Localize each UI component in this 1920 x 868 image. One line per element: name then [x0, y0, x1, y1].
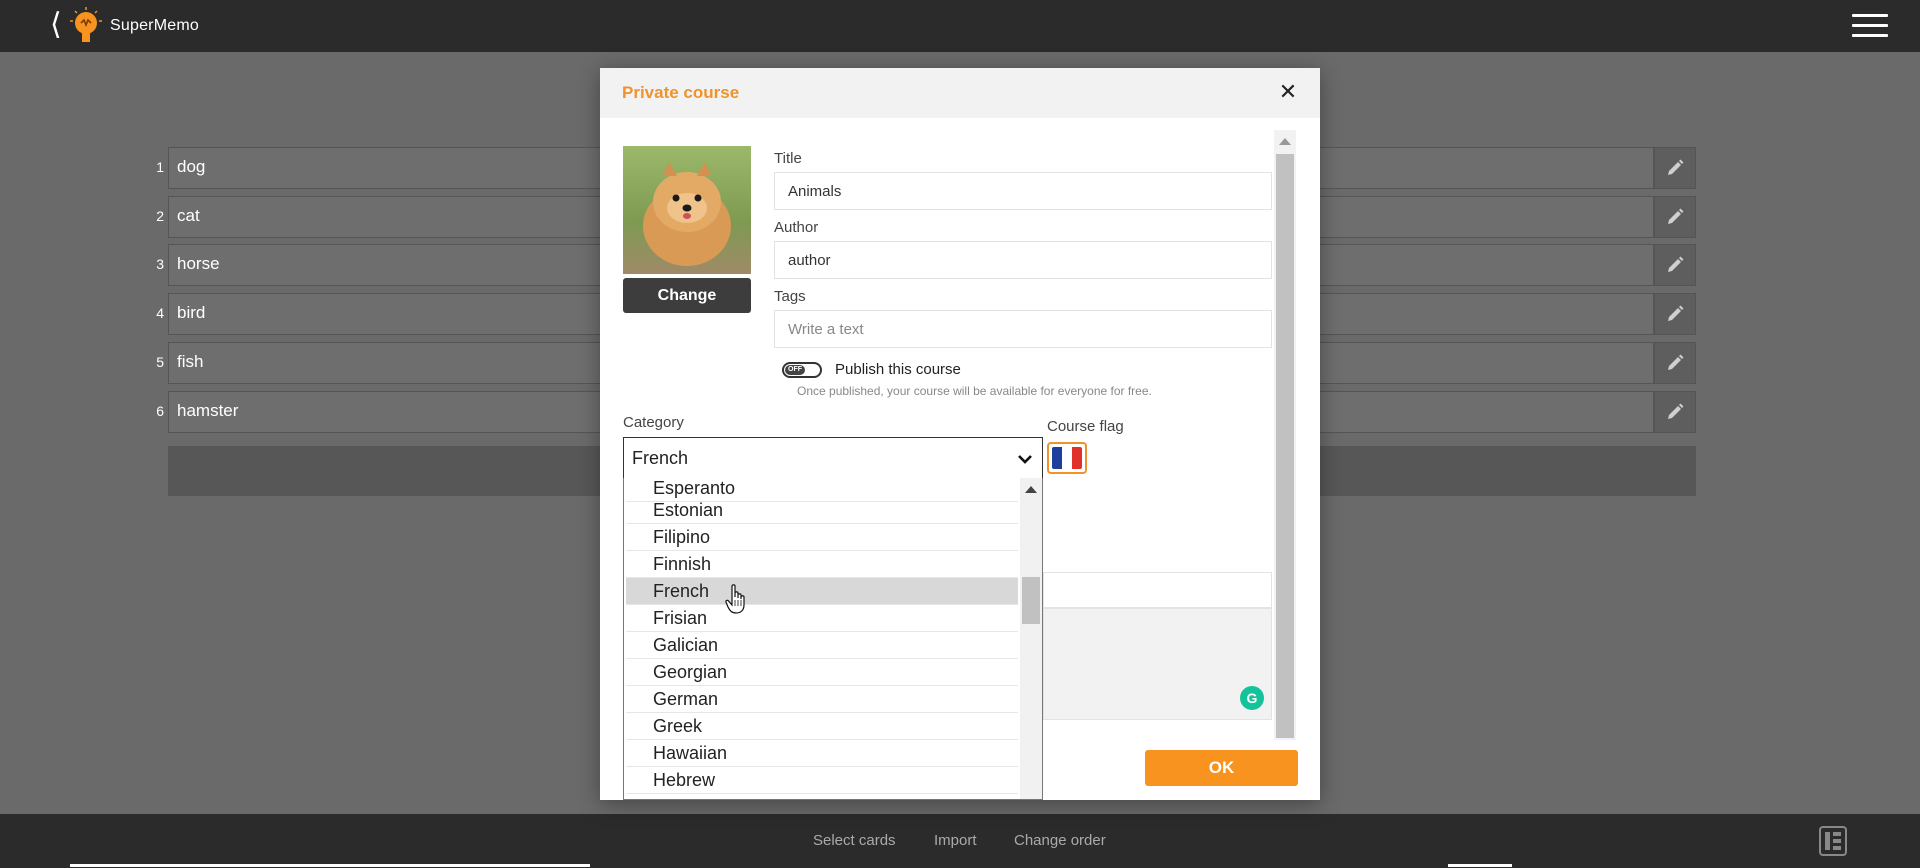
row-number: 5: [156, 354, 164, 370]
publish-label: Publish this course: [835, 361, 961, 378]
category-option[interactable]: Galician: [626, 632, 1018, 659]
tags-label: Tags: [774, 288, 806, 305]
row-number: 6: [156, 403, 164, 419]
change-order-link[interactable]: Change order: [1014, 832, 1106, 849]
category-option[interactable]: French: [626, 578, 1018, 605]
pencil-icon: [1668, 256, 1684, 272]
edit-button[interactable]: [1654, 293, 1696, 335]
publish-toggle[interactable]: OFF: [782, 362, 822, 378]
edit-button[interactable]: [1654, 196, 1696, 238]
chevron-down-icon: [1018, 455, 1032, 464]
pencil-icon: [1668, 305, 1684, 321]
toggle-state-label: OFF: [785, 365, 805, 375]
category-label: Category: [623, 414, 684, 431]
select-cards-link[interactable]: Select cards: [813, 832, 896, 849]
pencil-icon: [1668, 208, 1684, 224]
row-number: 2: [156, 208, 164, 224]
edit-button[interactable]: [1654, 391, 1696, 433]
tags-input[interactable]: Write a text: [774, 310, 1272, 348]
category-option[interactable]: German: [626, 686, 1018, 713]
grammarly-icon[interactable]: G: [1240, 686, 1264, 710]
pencil-icon: [1668, 354, 1684, 370]
course-image: [623, 146, 751, 274]
author-label: Author: [774, 219, 819, 236]
dialog-scroll-thumb[interactable]: [1276, 154, 1294, 738]
hamburger-menu-icon[interactable]: [1852, 14, 1888, 38]
category-option[interactable]: Hawaiian: [626, 740, 1018, 767]
close-icon[interactable]: ✕: [1276, 80, 1300, 104]
progress-indicator: [70, 864, 590, 867]
row-number: 1: [156, 159, 164, 175]
course-flag-label: Course flag: [1047, 418, 1124, 435]
hand-pointer-icon: [725, 584, 745, 614]
category-option[interactable]: Hebrew: [626, 767, 1018, 794]
dialog-title: Private course: [622, 83, 740, 102]
dialog-scrollbar[interactable]: [1274, 130, 1296, 740]
category-option[interactable]: Filipino: [626, 524, 1018, 551]
category-select[interactable]: French: [623, 437, 1043, 479]
top-bar: ⟨ SuperMemo: [0, 0, 1920, 52]
category-option[interactable]: Greek: [626, 713, 1018, 740]
category-dropdown[interactable]: Esperanto Estonian Filipino Finnish French Fr…: [623, 478, 1043, 800]
import-link[interactable]: Import: [934, 832, 977, 849]
dropdown-scroll-thumb[interactable]: [1022, 577, 1040, 624]
publish-note: Once published, your course will be avai…: [797, 384, 1152, 398]
ok-button[interactable]: OK: [1145, 750, 1298, 786]
title-input[interactable]: Animals: [774, 172, 1272, 210]
row-number: 4: [156, 305, 164, 321]
category-option[interactable]: Frisian: [626, 605, 1018, 632]
supermemo-logo-icon: [70, 7, 102, 42]
french-flag-icon[interactable]: [1047, 442, 1087, 474]
list-view-icon[interactable]: [1819, 826, 1847, 856]
category-selected-value: French: [632, 448, 689, 468]
author-input[interactable]: author: [774, 241, 1272, 279]
edit-button[interactable]: [1654, 342, 1696, 384]
title-label: Title: [774, 150, 802, 167]
description-toolbar[interactable]: [1043, 572, 1272, 608]
bottom-bar: Select cards Import Change order: [0, 814, 1920, 868]
edit-button[interactable]: [1654, 244, 1696, 286]
progress-indicator-secondary: [1448, 864, 1512, 867]
app-title: SuperMemo: [110, 17, 199, 34]
private-course-dialog: Private course ✕ Change Title Animals Au…: [600, 68, 1320, 800]
pencil-icon: [1668, 159, 1684, 175]
category-option[interactable]: Finnish: [626, 551, 1018, 578]
category-option[interactable]: Estonian: [626, 497, 1018, 524]
category-option[interactable]: Georgian: [626, 659, 1018, 686]
scroll-up-icon[interactable]: [1025, 486, 1037, 493]
scroll-up-icon[interactable]: [1279, 138, 1291, 145]
dropdown-scrollbar[interactable]: [1020, 478, 1042, 799]
dialog-header: Private course ✕: [600, 68, 1320, 118]
description-textarea[interactable]: [1043, 608, 1272, 720]
edit-button[interactable]: [1654, 147, 1696, 189]
pencil-icon: [1668, 403, 1684, 419]
back-icon[interactable]: ⟨: [50, 10, 62, 40]
change-image-button[interactable]: Change: [623, 278, 751, 313]
row-number: 3: [156, 256, 164, 272]
